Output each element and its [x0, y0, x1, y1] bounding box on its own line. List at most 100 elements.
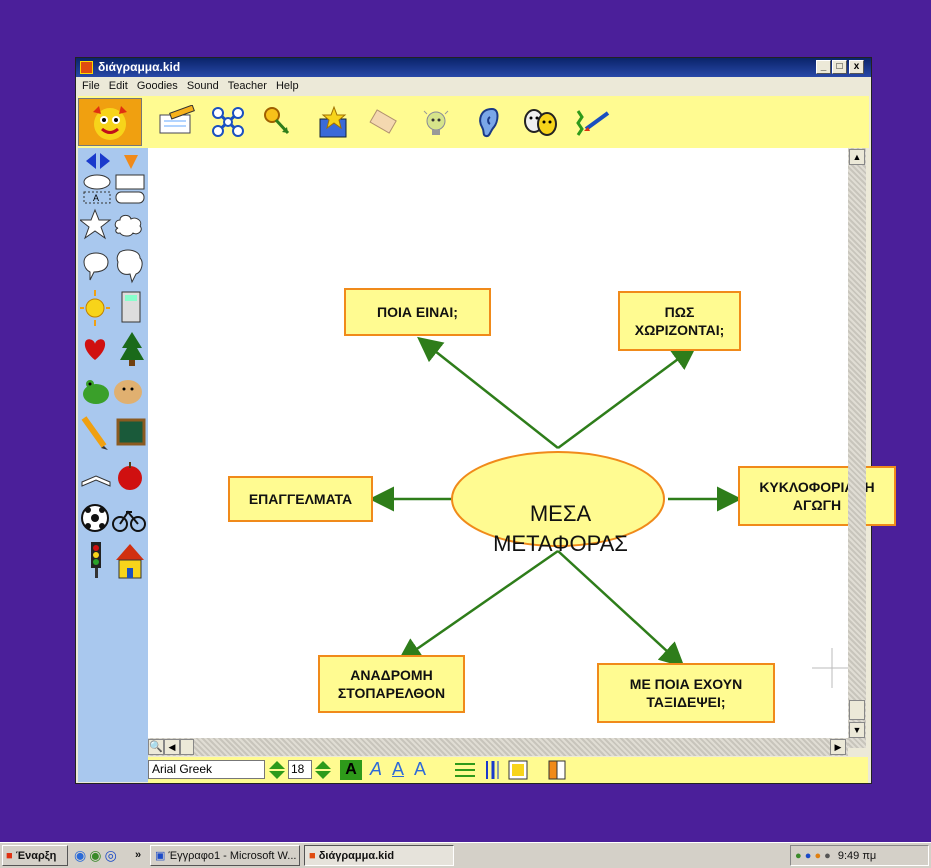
node-left-text: ΕΠΑΓΓΕΛΜΑΤΑ: [248, 491, 353, 507]
scroll-left-icon[interactable]: ◀: [164, 739, 180, 755]
picture-icon[interactable]: [508, 760, 528, 780]
h-scroll-thumb[interactable]: [180, 739, 194, 755]
node-top-left-text: ΠΟΙΑ ΕΙΝΑΙ;: [377, 304, 458, 320]
center-node-line2: ΜΕΤΑΦΟΡΑΣ: [493, 531, 628, 556]
menu-edit[interactable]: Edit: [109, 77, 128, 95]
font-size-field[interactable]: 18: [288, 760, 312, 779]
goodies-box-icon[interactable]: [310, 100, 354, 144]
media-icon[interactable]: ◉: [89, 847, 101, 863]
notepad-pencil-icon[interactable]: [154, 100, 198, 144]
diagram-layout-icon[interactable]: [206, 100, 250, 144]
node-bottom-right[interactable]: ΜΕ ΠΟΙΑ ΕΧΟΥΝ ΤΑΞΙΔΕΨΕΙ;: [597, 663, 775, 723]
line-width-icon[interactable]: [484, 760, 500, 780]
ear-sound-icon[interactable]: [466, 100, 510, 144]
system-tray: ● ● ● ● 9:49 πμ: [790, 845, 929, 866]
link-to-top-left: [417, 336, 559, 449]
nav-left-arrow-icon: [86, 153, 96, 169]
node-top-right-line1: ΠΩΣ: [664, 304, 695, 320]
node-bottom-left-line1: ΑΝΑΔΡΟΜΗ: [350, 667, 433, 683]
svg-text:A: A: [93, 193, 99, 203]
vertical-scrollbar[interactable]: ▲ ▼: [848, 148, 866, 748]
taskbar: ■ Έναρξη ◉ ◉ ◎ » ▣ Έγγραφο1 - Microsoft …: [0, 842, 931, 868]
frog-dog-clipart[interactable]: [80, 372, 146, 410]
link-to-bottom-right: [557, 550, 685, 668]
idea-bulb-icon[interactable]: [414, 100, 458, 144]
quick-launch-overflow[interactable]: »: [135, 845, 147, 866]
browser-icon[interactable]: ◎: [105, 847, 117, 863]
speech-bubble-shapes[interactable]: [80, 248, 146, 284]
menu-teacher[interactable]: Teacher: [228, 77, 267, 95]
node-right-line2: ΑΓΩΓΗ: [792, 497, 842, 513]
task-kid[interactable]: ■ διάγραμμα.kid: [304, 845, 454, 866]
bold-button[interactable]: A: [340, 760, 362, 780]
start-button[interactable]: ■ Έναρξη: [2, 845, 68, 866]
close-button[interactable]: x: [849, 60, 864, 74]
shapes-toolbar: A: [78, 148, 148, 782]
nav-down-arrow-icon: [124, 155, 138, 169]
menu-goodies[interactable]: Goodies: [137, 77, 178, 95]
superscript-button[interactable]: A: [414, 759, 426, 780]
basic-shapes[interactable]: A: [80, 174, 146, 204]
node-top-right-line2: ΧΩΡΙΖΟΝΤΑΙ;: [634, 322, 725, 338]
task-kid-label: διάγραμμα.kid: [318, 850, 395, 862]
paint-brush-icon[interactable]: [570, 100, 614, 144]
star-cloud-shapes[interactable]: [80, 208, 146, 242]
size-updown-icon[interactable]: [314, 760, 332, 780]
italic-button[interactable]: A: [370, 759, 382, 780]
word-doc-icon: ▣: [155, 850, 166, 862]
quick-launch: ◉ ◉ ◎: [74, 845, 134, 866]
eraser-icon[interactable]: [362, 100, 406, 144]
format-toolbar: Arial Greek 18 A A A A: [148, 757, 868, 783]
scroll-down-icon[interactable]: ▼: [849, 722, 865, 738]
diagram-canvas[interactable]: ΜΕΣΑ ΜΕΤΑΦΟΡΑΣ ΠΟΙΑ ΕΙΝΑΙ; ΠΩΣ ΧΩΡΙΖΟΝΤΑ…: [148, 148, 896, 738]
traffic-light-house-clipart[interactable]: [80, 540, 146, 580]
sun-calculator-clipart[interactable]: [80, 288, 146, 326]
node-left[interactable]: ΕΠΑΓΓΕΛΜΑΤΑ: [228, 476, 373, 522]
color-swatch-icon[interactable]: [548, 760, 566, 780]
theater-masks-icon[interactable]: [518, 100, 562, 144]
horizontal-scrollbar[interactable]: 🔍 ◀ ▶: [148, 738, 848, 756]
kid-mascot-button[interactable]: [78, 98, 142, 146]
node-right[interactable]: ΚΥΚΛΟΦΟΡΙΑΚΗ ΑΓΩΓΗ: [738, 466, 896, 526]
link-tool-icon[interactable]: [258, 100, 302, 144]
menu-file[interactable]: File: [82, 77, 100, 95]
center-node[interactable]: ΜΕΣΑ ΜΕΤΑΦΟΡΑΣ: [453, 499, 668, 559]
start-label: Έναρξη: [15, 850, 57, 862]
tray-network-icon[interactable]: ●: [795, 850, 802, 862]
menu-bar: File Edit Goodies Sound Teacher Help: [76, 77, 871, 95]
font-name-field[interactable]: Arial Greek: [148, 760, 265, 779]
scroll-thumb[interactable]: [849, 700, 865, 720]
application-window: διάγραμμα.kid _ □ x File Edit Goodies So…: [75, 57, 896, 784]
tray-volume-icon[interactable]: ●: [814, 850, 821, 862]
book-apple-clipart[interactable]: [80, 456, 146, 494]
node-top-left[interactable]: ΠΟΙΑ ΕΙΝΑΙ;: [344, 288, 491, 336]
menu-help[interactable]: Help: [276, 77, 299, 95]
font-updown-icon[interactable]: [268, 760, 286, 780]
pencil-chalkboard-clipart[interactable]: [80, 414, 146, 452]
shape-nav-arrows[interactable]: [80, 150, 146, 172]
scroll-up-icon[interactable]: ▲: [849, 149, 865, 165]
ball-bicycle-clipart[interactable]: [80, 498, 146, 536]
heart-tree-clipart[interactable]: [80, 330, 146, 368]
tray-clock-icon[interactable]: ●: [824, 850, 831, 862]
desktop-icon[interactable]: ◉: [74, 847, 86, 863]
zoom-icon[interactable]: 🔍: [148, 739, 164, 755]
node-top-right[interactable]: ΠΩΣ ΧΩΡΙΖΟΝΤΑΙ;: [618, 291, 741, 351]
maximize-button[interactable]: □: [832, 60, 847, 74]
nav-right-arrow-icon: [100, 153, 110, 169]
tray-security-icon[interactable]: ●: [805, 850, 812, 862]
underline-button[interactable]: A: [392, 759, 404, 780]
node-bottom-left[interactable]: ΑΝΑΔΡΟΜΗ ΣΤΟΠΑΡΕΛΘΟΝ: [318, 655, 465, 713]
tray-clock[interactable]: 9:49 πμ: [838, 850, 876, 862]
main-toolbar: [78, 96, 869, 148]
node-bottom-right-line2: ΤΑΞΙΔΕΨΕΙ;: [646, 694, 726, 710]
task-word-label: Έγγραφο1 - Microsoft W...: [168, 850, 297, 862]
kid-app-icon: ■: [309, 850, 316, 862]
title-bar[interactable]: διάγραμμα.kid _ □ x: [76, 58, 871, 77]
menu-sound[interactable]: Sound: [187, 77, 219, 95]
task-word[interactable]: ▣ Έγγραφο1 - Microsoft W...: [150, 845, 300, 866]
scroll-right-icon[interactable]: ▶: [830, 739, 846, 755]
line-style-icon[interactable]: [454, 761, 476, 779]
diagram-links: [369, 336, 848, 688]
minimize-button[interactable]: _: [816, 60, 831, 74]
